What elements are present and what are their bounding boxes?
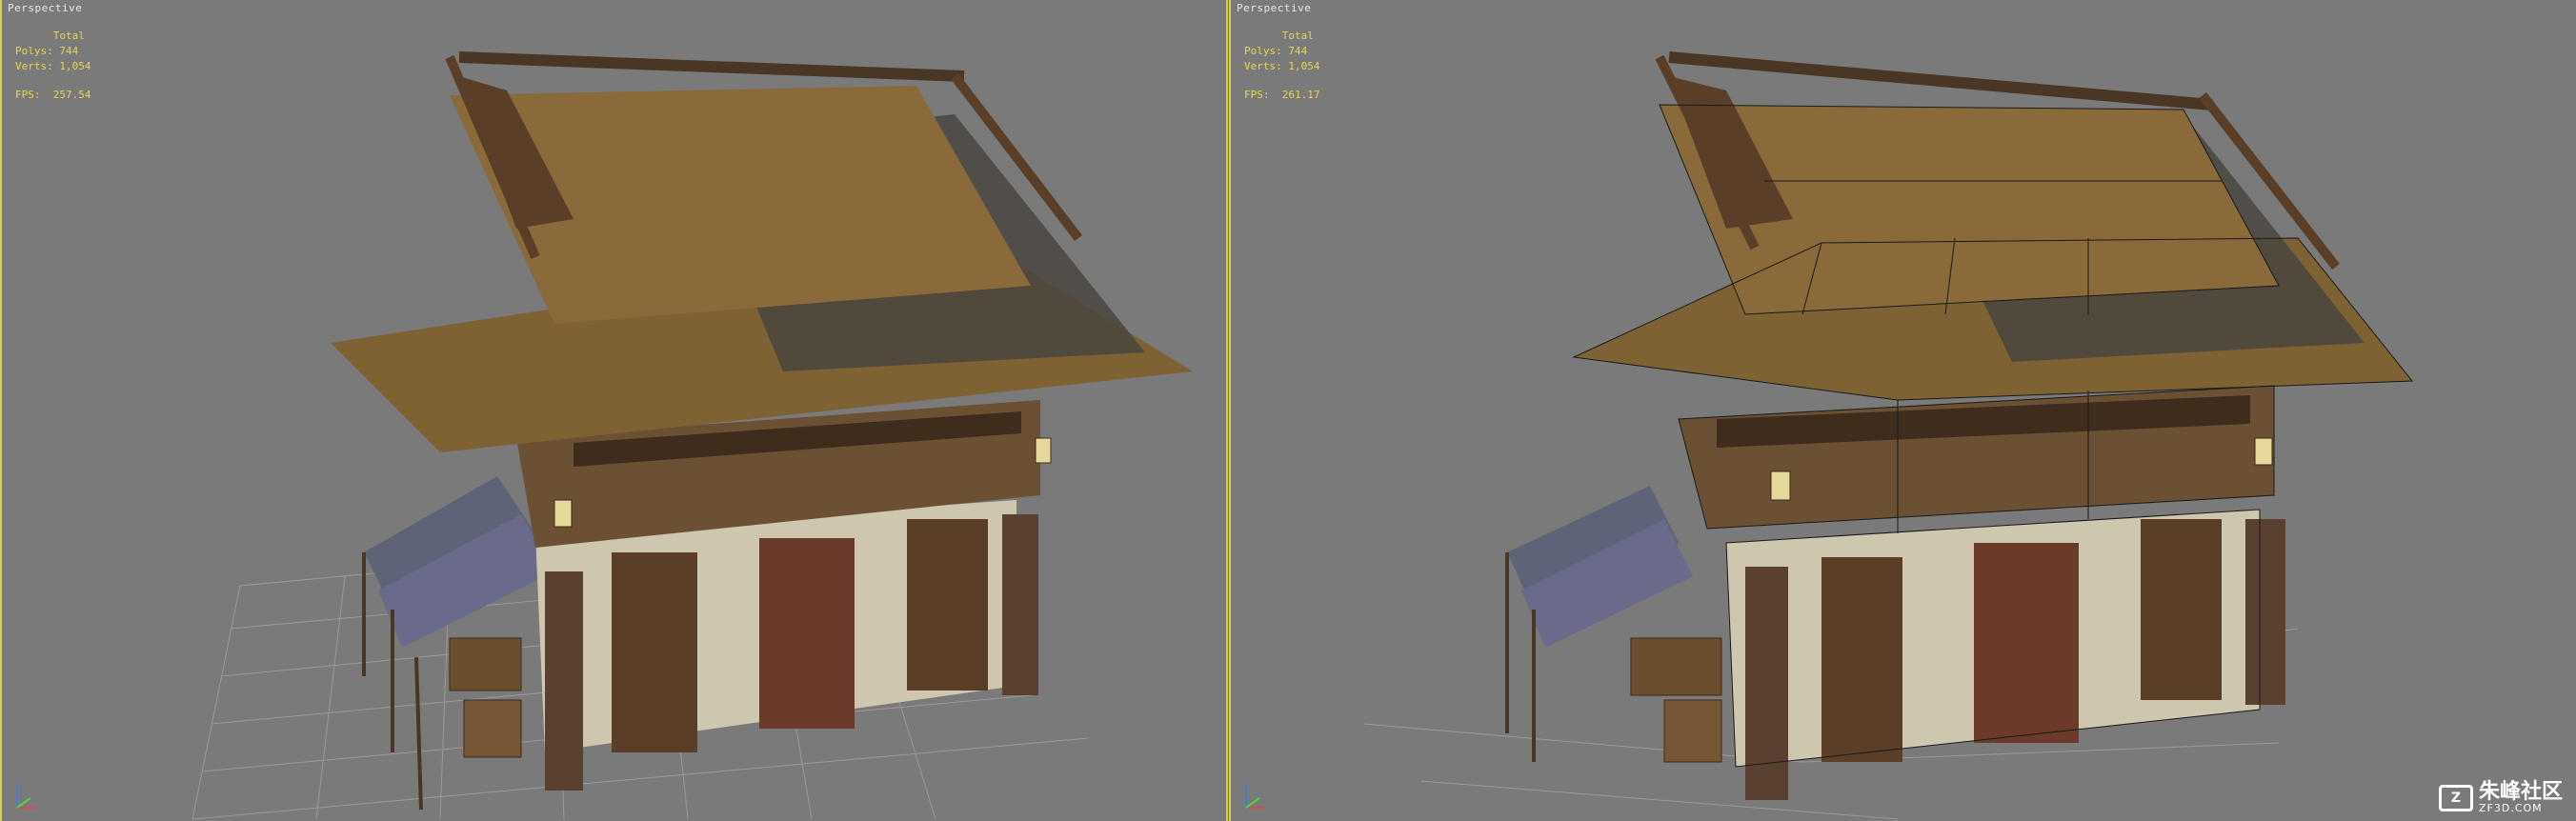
scene-right: [1363, 51, 2414, 820]
fps-stat: FPS: 261.17: [1244, 89, 1320, 101]
house-model: [331, 51, 1193, 811]
viewport-label[interactable]: Perspective: [1237, 2, 1311, 14]
stats-header: Total: [1281, 30, 1314, 42]
axis-gizmo-icon: [1245, 785, 1267, 809]
verts-stat: Verts: 1,054: [1244, 60, 1320, 72]
polys-stat: Polys: 744: [15, 45, 79, 57]
scene-left: [191, 51, 1193, 820]
stats-overlay: Total Polys: 744 Verts: 1,054 FPS: 257.5…: [15, 29, 91, 103]
house-model: [1505, 51, 2414, 800]
fps-stat: FPS: 257.54: [15, 89, 91, 101]
watermark-logo: Z: [2438, 784, 2473, 811]
watermark-name: 朱峰社区: [2478, 780, 2563, 804]
axis-gizmo-icon: [16, 785, 38, 809]
viewport-right[interactable]: Perspective Total Polys: 744 Verts: 1,05…: [1229, 0, 2576, 821]
watermark-url: ZF3D.COM: [2478, 802, 2543, 814]
watermark: Z 朱峰社区 ZF3D.COM: [2438, 780, 2563, 814]
viewport-left[interactable]: Perspective Total Polys: 744 Verts: 1,05…: [0, 0, 1228, 821]
viewport-label[interactable]: Perspective: [8, 2, 82, 14]
verts-stat: Verts: 1,054: [15, 60, 91, 72]
stats-header: Total: [52, 30, 85, 42]
polys-stat: Polys: 744: [1244, 45, 1308, 57]
stats-overlay: Total Polys: 744 Verts: 1,054 FPS: 261.1…: [1244, 29, 1320, 103]
